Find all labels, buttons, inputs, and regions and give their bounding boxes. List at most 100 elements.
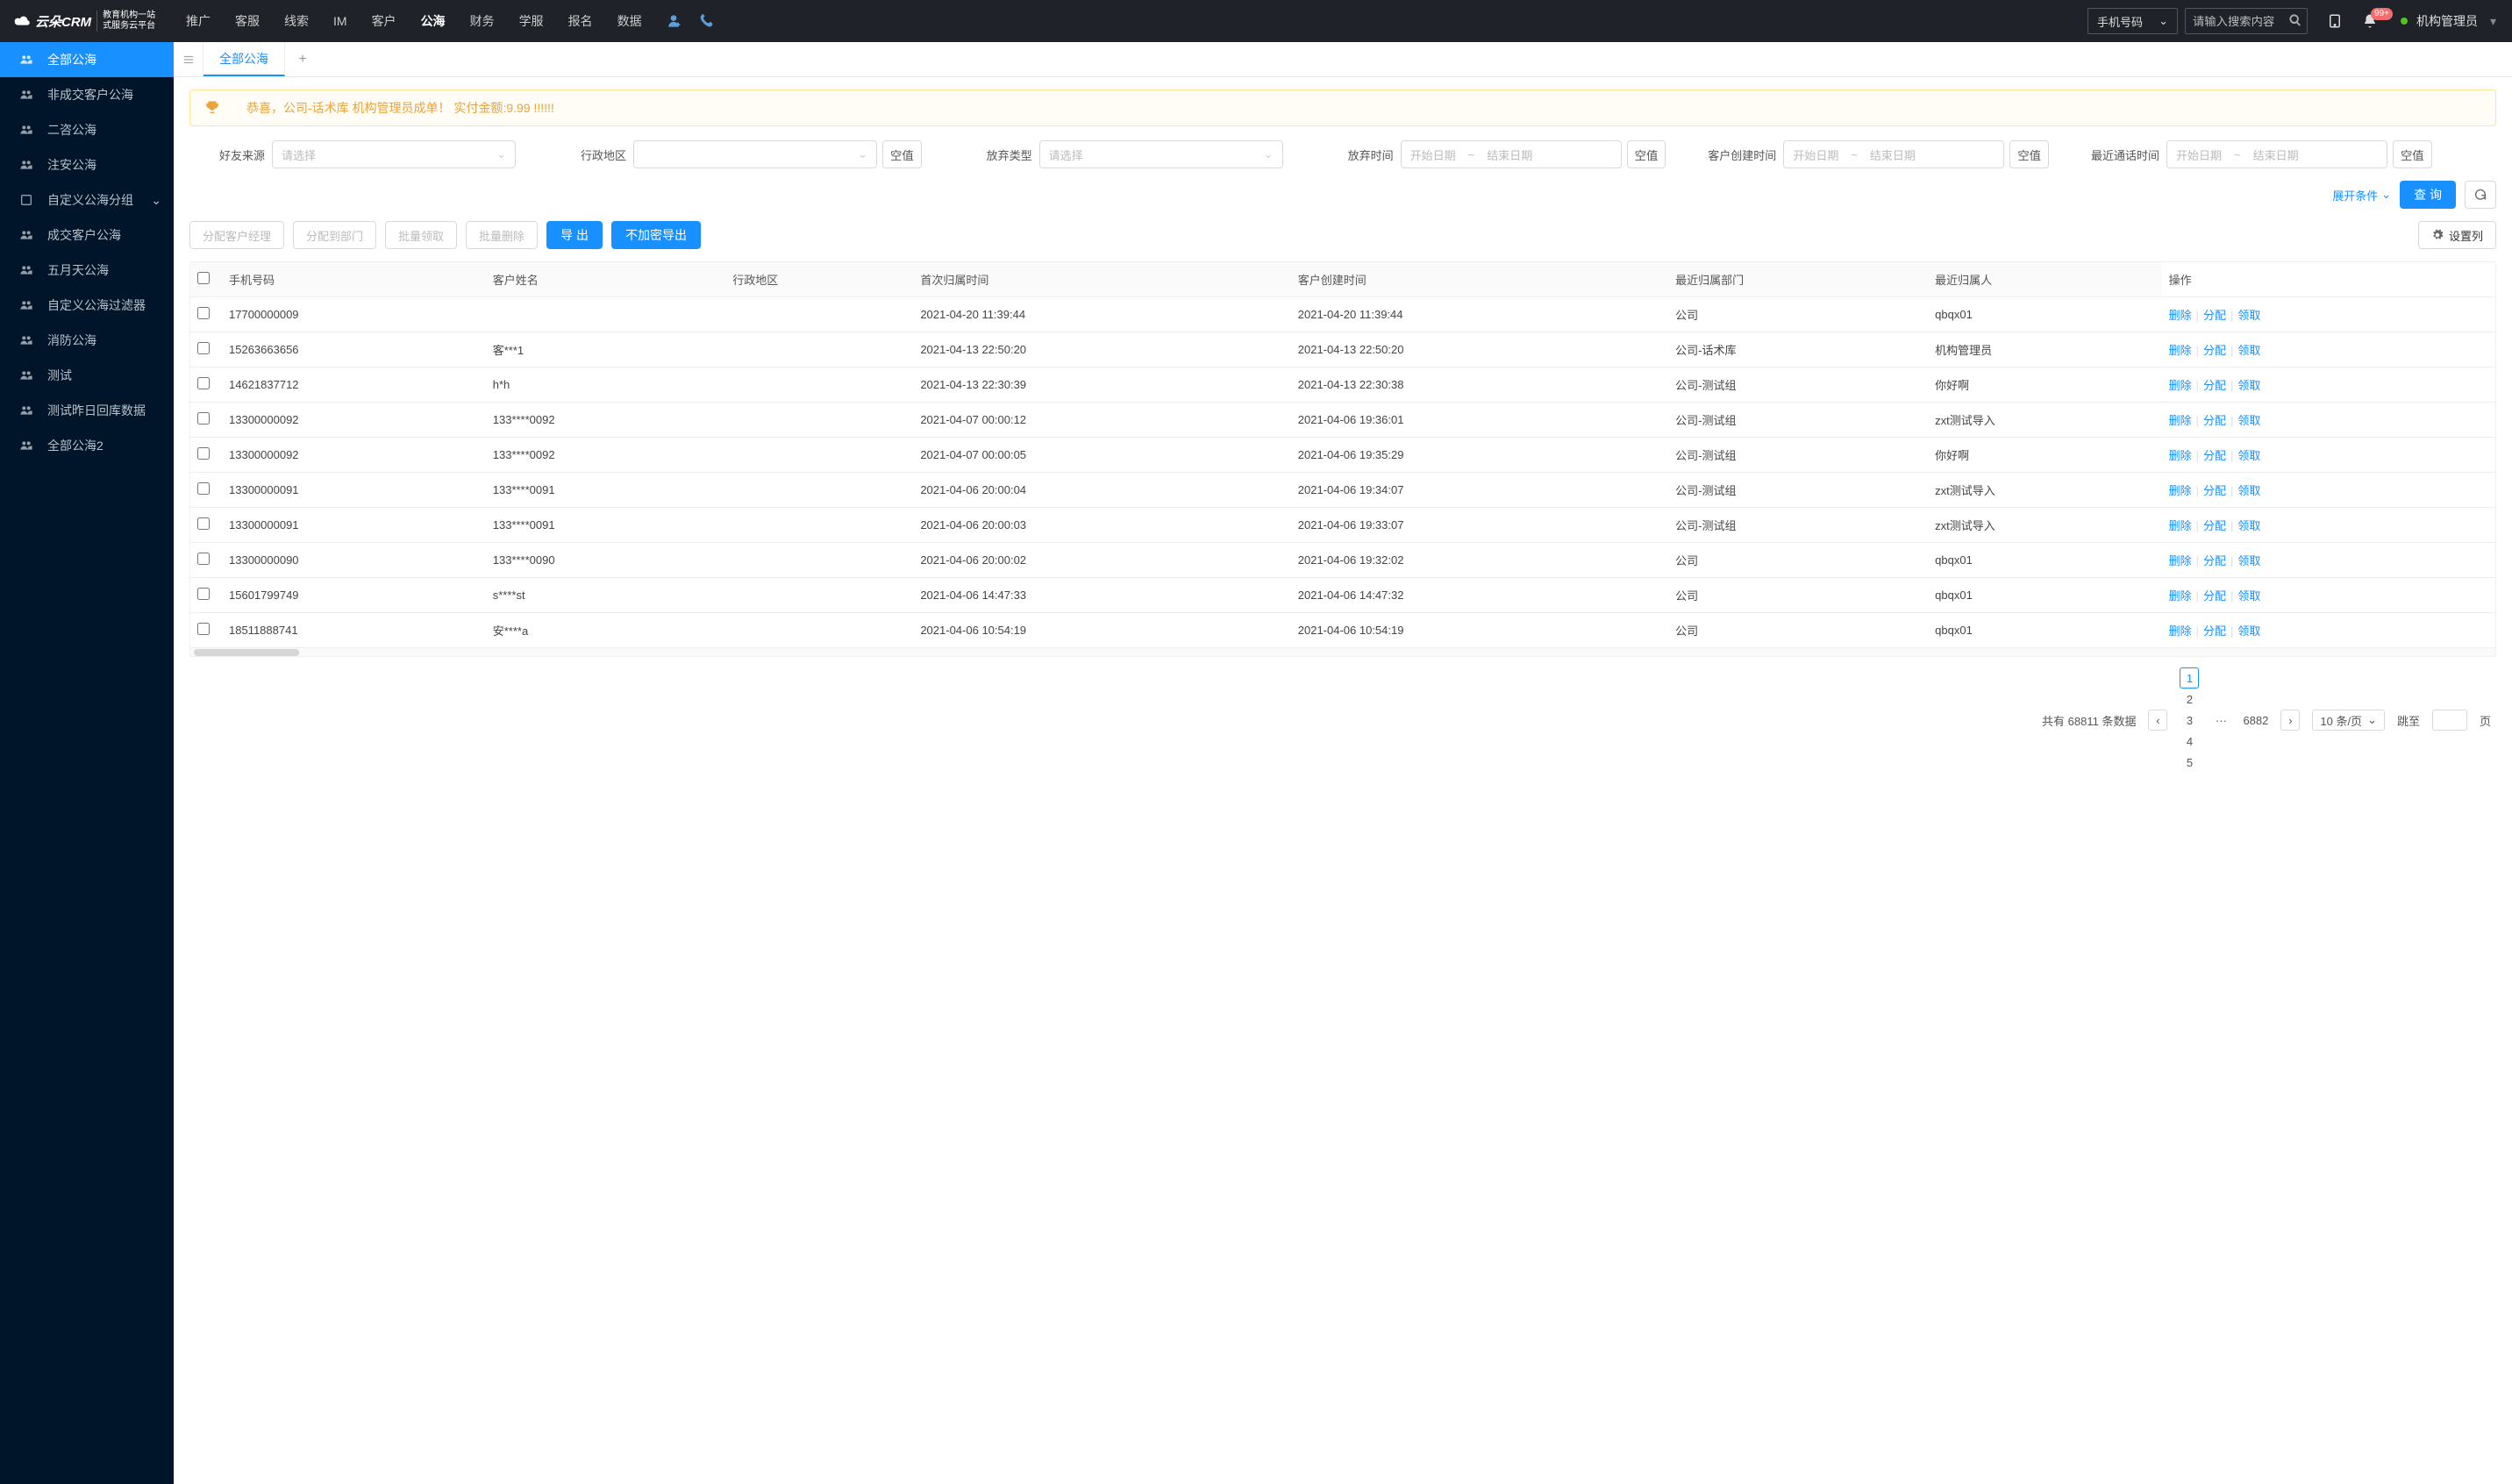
notifications-button[interactable]: 99+ xyxy=(2362,13,2378,29)
page-size-select[interactable]: 10 条/页⌄ xyxy=(2312,710,2385,731)
row-delete-link[interactable]: 删除 xyxy=(2169,589,2192,603)
row-delete-link[interactable]: 删除 xyxy=(2169,344,2192,357)
row-delete-link[interactable]: 删除 xyxy=(2169,554,2192,567)
abandon-time-range[interactable]: 开始日期~结束日期 xyxy=(1401,140,1622,168)
row-checkbox[interactable] xyxy=(197,447,210,460)
sidebar-item[interactable]: 非成交客户公海 xyxy=(0,77,174,112)
pager-page[interactable]: 1 xyxy=(2180,667,2199,688)
row-checkbox[interactable] xyxy=(197,517,210,530)
tab-all-public-sea[interactable]: 全部公海 xyxy=(203,42,285,76)
row-checkbox[interactable] xyxy=(197,307,210,319)
sidebar-item[interactable]: 全部公海2 xyxy=(0,428,174,463)
row-delete-link[interactable]: 删除 xyxy=(2169,379,2192,392)
search-icon[interactable] xyxy=(2288,13,2302,27)
nav-item[interactable]: 学服 xyxy=(507,0,556,42)
admin-region-empty-button[interactable]: 空值 xyxy=(882,140,922,168)
abandon-type-select[interactable]: 请选择⌄ xyxy=(1039,140,1283,168)
expand-conditions-link[interactable]: 展开条件⌄ xyxy=(2332,187,2391,203)
pager-prev[interactable]: ‹ xyxy=(2148,710,2167,731)
pager-next[interactable]: › xyxy=(2280,710,2300,731)
query-button[interactable]: 查 询 xyxy=(2400,181,2456,209)
row-delete-link[interactable]: 删除 xyxy=(2169,624,2192,638)
row-assign-link[interactable]: 分配 xyxy=(2203,624,2226,638)
row-claim-link[interactable]: 领取 xyxy=(2237,449,2260,462)
configure-columns-button[interactable]: 设置列 xyxy=(2418,221,2496,249)
row-checkbox[interactable] xyxy=(197,623,210,635)
nav-item[interactable]: 推广 xyxy=(174,0,223,42)
row-claim-link[interactable]: 领取 xyxy=(2237,379,2260,392)
row-claim-link[interactable]: 领取 xyxy=(2237,484,2260,497)
row-checkbox[interactable] xyxy=(197,412,210,425)
nav-item[interactable]: IM xyxy=(321,0,360,42)
row-delete-link[interactable]: 删除 xyxy=(2169,309,2192,322)
admin-region-select[interactable]: ⌄ xyxy=(633,140,877,168)
row-assign-link[interactable]: 分配 xyxy=(2203,589,2226,603)
select-all-checkbox[interactable] xyxy=(197,272,210,284)
nav-item[interactable]: 客户 xyxy=(360,0,409,42)
row-delete-link[interactable]: 删除 xyxy=(2169,414,2192,427)
horizontal-scrollbar[interactable] xyxy=(190,647,2495,656)
tab-add-button[interactable]: + xyxy=(285,42,320,76)
sidebar-item[interactable]: 自定义公海过滤器 xyxy=(0,288,174,323)
row-assign-link[interactable]: 分配 xyxy=(2203,519,2226,532)
row-delete-link[interactable]: 删除 xyxy=(2169,449,2192,462)
sidebar-item[interactable]: 成交客户公海 xyxy=(0,218,174,253)
row-assign-link[interactable]: 分配 xyxy=(2203,379,2226,392)
row-claim-link[interactable]: 领取 xyxy=(2237,344,2260,357)
tablet-icon[interactable] xyxy=(2327,13,2343,29)
row-assign-link[interactable]: 分配 xyxy=(2203,449,2226,462)
row-checkbox[interactable] xyxy=(197,482,210,495)
pager-page[interactable]: 2 xyxy=(2180,688,2199,710)
row-checkbox[interactable] xyxy=(197,588,210,600)
nav-item[interactable]: 财务 xyxy=(458,0,507,42)
sidebar-item[interactable]: 自定义公海分组⌄ xyxy=(0,182,174,218)
pager-page[interactable]: 4 xyxy=(2180,731,2199,752)
row-claim-link[interactable]: 领取 xyxy=(2237,519,2260,532)
nav-item[interactable]: 公海 xyxy=(409,0,458,42)
search-type-select[interactable]: 手机号码 ⌄ xyxy=(2087,8,2178,34)
row-assign-link[interactable]: 分配 xyxy=(2203,554,2226,567)
pager-last[interactable]: 6882 xyxy=(2243,710,2268,731)
assign-department-button[interactable]: 分配到部门 xyxy=(293,221,376,249)
sidebar-item[interactable]: 注安公海 xyxy=(0,147,174,182)
row-checkbox[interactable] xyxy=(197,342,210,354)
nav-item[interactable]: 线索 xyxy=(272,0,321,42)
bulk-delete-button[interactable]: 批量删除 xyxy=(466,221,538,249)
abandon-time-empty-button[interactable]: 空值 xyxy=(1627,140,1666,168)
sidebar-item[interactable]: 测试 xyxy=(0,358,174,393)
row-assign-link[interactable]: 分配 xyxy=(2203,309,2226,322)
row-claim-link[interactable]: 领取 xyxy=(2237,554,2260,567)
sidebar-item[interactable]: 二咨公海 xyxy=(0,112,174,147)
row-delete-link[interactable]: 删除 xyxy=(2169,519,2192,532)
sidebar-item[interactable]: 五月天公海 xyxy=(0,253,174,288)
sidebar-item[interactable]: 全部公海 xyxy=(0,42,174,77)
row-assign-link[interactable]: 分配 xyxy=(2203,484,2226,497)
recent-call-empty-button[interactable]: 空值 xyxy=(2393,140,2432,168)
row-delete-link[interactable]: 删除 xyxy=(2169,484,2192,497)
pager-page[interactable]: 3 xyxy=(2180,710,2199,731)
user-add-icon[interactable] xyxy=(665,12,682,30)
nav-item[interactable]: 数据 xyxy=(605,0,654,42)
row-assign-link[interactable]: 分配 xyxy=(2203,344,2226,357)
sidebar-item[interactable]: 消防公海 xyxy=(0,323,174,358)
pager-page[interactable]: 5 xyxy=(2180,752,2199,773)
create-time-range[interactable]: 开始日期~结束日期 xyxy=(1783,140,2004,168)
recent-call-range[interactable]: 开始日期~结束日期 xyxy=(2166,140,2387,168)
row-claim-link[interactable]: 领取 xyxy=(2237,624,2260,638)
jump-page-input[interactable] xyxy=(2432,710,2467,731)
refresh-button[interactable] xyxy=(2465,181,2496,209)
user-menu[interactable]: 机构管理员 ▾ xyxy=(2401,12,2496,30)
bulk-claim-button[interactable]: 批量领取 xyxy=(385,221,457,249)
row-claim-link[interactable]: 领取 xyxy=(2237,414,2260,427)
export-button[interactable]: 导 出 xyxy=(546,221,603,249)
nav-item[interactable]: 报名 xyxy=(556,0,605,42)
export-plain-button[interactable]: 不加密导出 xyxy=(611,221,701,249)
row-checkbox[interactable] xyxy=(197,553,210,565)
row-claim-link[interactable]: 领取 xyxy=(2237,589,2260,603)
assign-manager-button[interactable]: 分配客户经理 xyxy=(189,221,284,249)
phone-icon[interactable] xyxy=(698,12,716,30)
tabs-collapse-icon[interactable] xyxy=(174,42,203,76)
create-time-empty-button[interactable]: 空值 xyxy=(2009,140,2049,168)
row-checkbox[interactable] xyxy=(197,377,210,389)
row-claim-link[interactable]: 领取 xyxy=(2237,309,2260,322)
